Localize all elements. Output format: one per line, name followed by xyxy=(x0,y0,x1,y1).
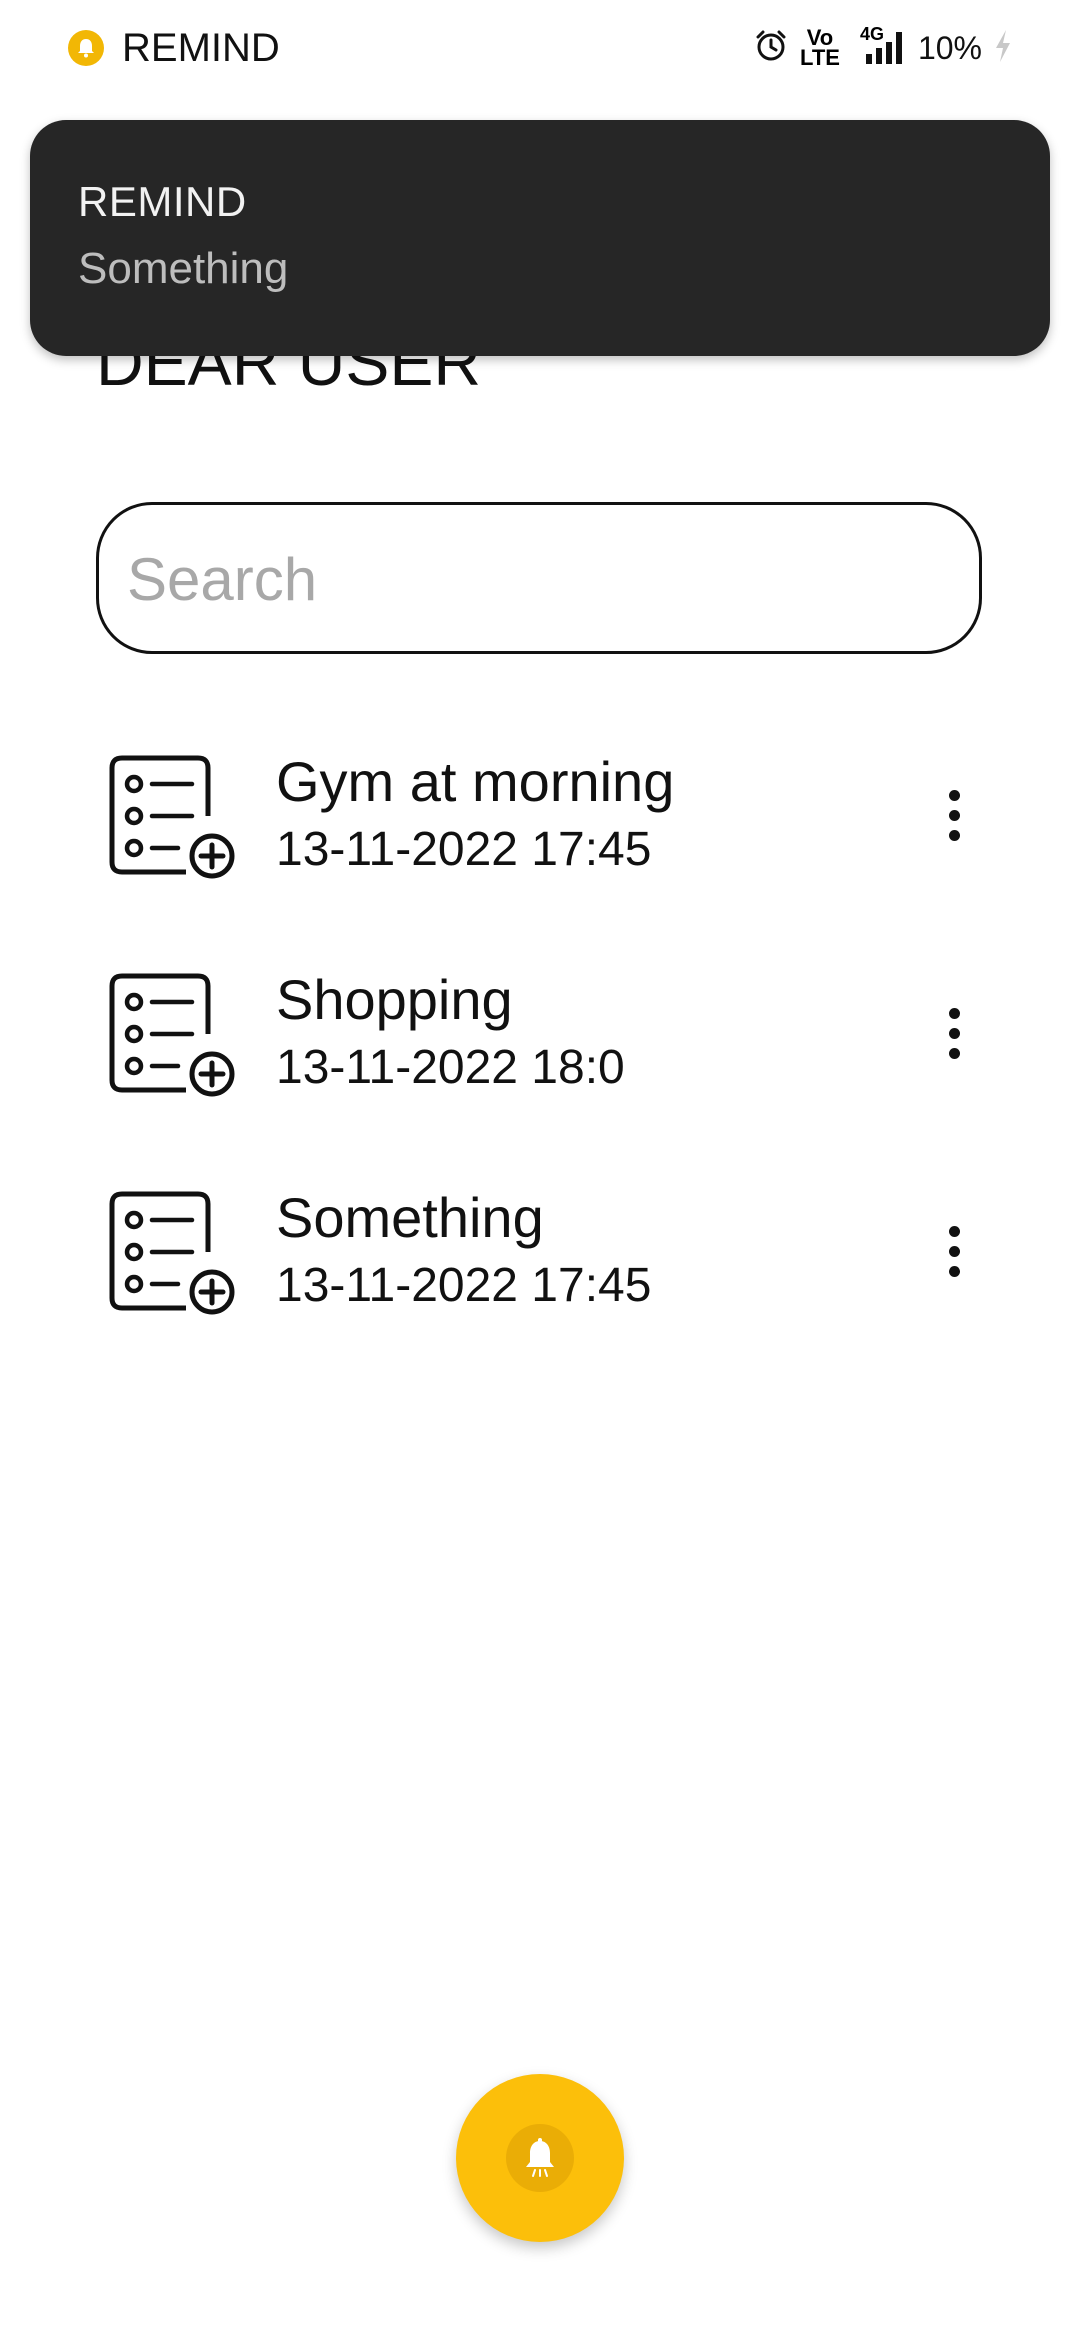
status-icons: Vo LTE 4G 10% xyxy=(754,24,1012,72)
signal-icon: 4G xyxy=(852,24,906,66)
more-options-icon[interactable] xyxy=(930,780,978,850)
reminder-title: Gym at morning xyxy=(276,750,675,813)
more-options-icon[interactable] xyxy=(930,1216,978,1286)
battery-charging-icon xyxy=(994,29,1012,68)
checklist-add-icon xyxy=(108,968,238,1098)
list-item[interactable]: Something 13-11-2022 17:45 xyxy=(0,1156,1080,1346)
notification-banner[interactable]: REMIND Something xyxy=(30,120,1050,356)
list-item[interactable]: Gym at morning 13-11-2022 17:45 xyxy=(0,720,1080,910)
search-input[interactable] xyxy=(127,529,947,629)
reminder-datetime: 13-11-2022 18:0 xyxy=(276,1041,625,1094)
reminder-datetime: 13-11-2022 17:45 xyxy=(276,823,652,876)
list-item[interactable]: Shopping 13-11-2022 18:0 xyxy=(0,938,1080,1128)
notification-bell-icon xyxy=(68,30,104,66)
notification-title: REMIND xyxy=(78,178,247,225)
search-box[interactable] xyxy=(96,502,982,654)
bell-icon xyxy=(506,2124,574,2192)
reminder-title: Something xyxy=(276,1186,544,1249)
notification-body: Something xyxy=(78,244,289,293)
more-options-icon[interactable] xyxy=(930,998,978,1068)
battery-level: 10% xyxy=(917,29,982,66)
add-reminder-button[interactable] xyxy=(456,2074,624,2242)
status-bar: REMIND Vo LTE 4G 10% xyxy=(0,0,1080,96)
reminder-title: Shopping xyxy=(276,968,513,1031)
volte-icon: Vo LTE xyxy=(800,25,840,70)
reminder-datetime: 13-11-2022 17:45 xyxy=(276,1259,652,1312)
alarm-icon xyxy=(754,29,788,68)
checklist-add-icon xyxy=(108,750,238,880)
status-app-name: REMIND xyxy=(122,26,280,70)
checklist-add-icon xyxy=(108,1186,238,1316)
